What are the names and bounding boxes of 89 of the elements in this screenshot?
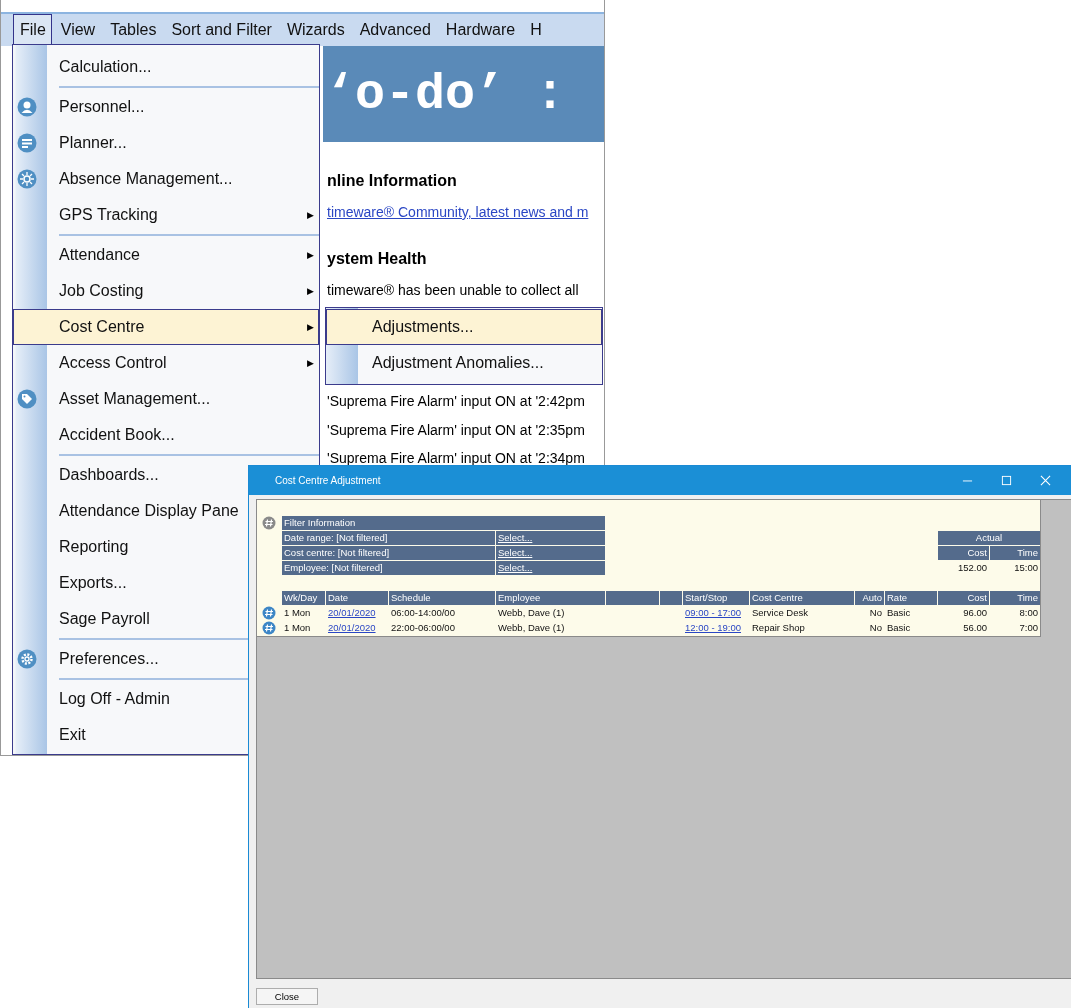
table-cell-text: 7:00 [1018,621,1039,635]
close-icon[interactable] [1040,475,1051,486]
table-cell-text: 96.00 [962,606,988,620]
filter-label: Cost centre: [Not filtered] [282,546,495,560]
column-header: Date [326,591,388,605]
menu-bar-item[interactable]: File [13,14,52,46]
menu-item[interactable]: Personnel... [13,89,319,125]
filter-header: Filter Information [282,516,605,530]
table-cell-text: Basic [886,606,912,620]
table-cell-text: 152.00 [956,561,988,575]
filter-label: Employee: [Not filtered] [282,561,495,575]
maximize-icon[interactable] [1001,475,1012,486]
select-link[interactable]: Select... [496,561,605,575]
menu-item[interactable]: Adjustment Anomalies... [326,345,602,381]
column-header: Auto [855,591,884,605]
column-header: Wk/Day [282,591,325,605]
sun-icon [17,169,37,189]
submenu-arrow-icon: ▶ [307,322,314,332]
column-header: Employee [496,591,605,605]
table-cell-text: No [868,606,883,620]
menu-item[interactable]: Asset Management... [13,381,319,417]
menu-bar-item[interactable]: Wizards [279,14,351,46]
menu-bar-item[interactable]: View [53,14,102,46]
column-header: Time [990,591,1040,605]
section-heading: nline Information [326,172,458,190]
menu-bar-item[interactable]: Hardware [438,14,522,46]
table-cell-text: 1 Mon [283,606,312,620]
menu-item[interactable]: Cost Centre ▶ [13,309,319,345]
table-cell-text: Repair Shop [751,621,806,635]
menu-bar-item[interactable]: H [523,14,548,46]
submenu-arrow-icon: ▶ [307,210,314,220]
menu-item[interactable]: Job Costing ▶ [13,273,319,309]
column-header: Rate [885,591,937,605]
hash-icon[interactable] [262,606,276,620]
hash-icon[interactable] [262,621,276,635]
table-cell-text: Basic [886,621,912,635]
column-header: Cost [938,591,989,605]
submenu-arrow-icon: ▶ [307,286,314,296]
column-header: Cost [938,546,989,560]
cell-link[interactable]: 20/01/2020 [326,621,388,635]
banner-title: ‘o-do’ : [325,65,566,123]
status-text: timeware® has been unable to collect all [326,282,580,298]
select-link[interactable]: Select... [496,546,605,560]
menu-bar-item[interactable]: Sort and Filter [164,14,278,46]
hash-icon [262,516,276,530]
alarm-message: 'Suprema Fire Alarm' input ON at '2:35pm [326,421,586,440]
table-cell-text: 15:00 [1013,561,1039,575]
table-cell-text: Service Desk [751,606,809,620]
menu-item[interactable]: Accident Book... [13,417,319,453]
table-cell-text: 06:00-14:00/00 [390,606,456,620]
table-cell-text: No [868,621,883,635]
menu-bar-item[interactable]: Tables [103,14,163,46]
planner-icon [17,133,37,153]
column-header: Time [990,546,1040,560]
table-cell-text: Webb, Dave (1) [497,606,566,620]
column-header: Schedule [389,591,495,605]
community-link[interactable]: timeware® Community, latest news and m [323,204,604,220]
alarm-message: 'Suprema Fire Alarm' input ON at '2:34pm [326,450,586,468]
column-header: Start/Stop [683,591,749,605]
cell-link[interactable]: 09:00 - 17:00 [683,606,749,620]
settings-icon [17,649,37,669]
select-link[interactable]: Select... [496,531,605,545]
table-cell-text: 22:00-06:00/00 [390,621,456,635]
column-header: Cost Centre [750,591,854,605]
menu-item[interactable]: Calculation... [13,49,319,85]
submenu-arrow-icon: ▶ [307,250,314,260]
menu-item[interactable]: Absence Management... [13,161,319,197]
menu-bar-item[interactable]: Advanced [352,14,437,46]
table-cell-text: 56.00 [962,621,988,635]
alarm-message: 'Suprema Fire Alarm' input ON at '2:42pm [326,393,586,411]
submenu-arrow-icon: ▶ [307,358,314,368]
filter-label: Date range: [Not filtered] [282,531,495,545]
tag-icon [17,389,37,409]
menu-item[interactable]: Attendance ▶ [13,237,319,273]
menu-item[interactable]: Adjustments... [326,309,602,345]
menu-item[interactable]: GPS Tracking ▶ [13,197,319,233]
menu-item[interactable]: Preferences... [13,641,319,677]
person-icon [17,97,37,117]
close-button[interactable]: Close [256,988,318,1005]
window-title: Cost Centre Adjustment [275,475,382,486]
table-cell-text: 1 Mon [283,621,312,635]
table-cell-text: 8:00 [1018,606,1039,620]
cell-link[interactable]: 20/01/2020 [326,606,388,620]
cell-link[interactable]: 12:00 - 19:00 [683,621,749,635]
table-cell-text: Webb, Dave (1) [497,621,566,635]
menu-item[interactable]: Planner... [13,125,319,161]
summary-header: Actual [938,531,1040,545]
menu-item[interactable]: Access Control ▶ [13,345,319,381]
section-heading: ystem Health [326,250,428,268]
